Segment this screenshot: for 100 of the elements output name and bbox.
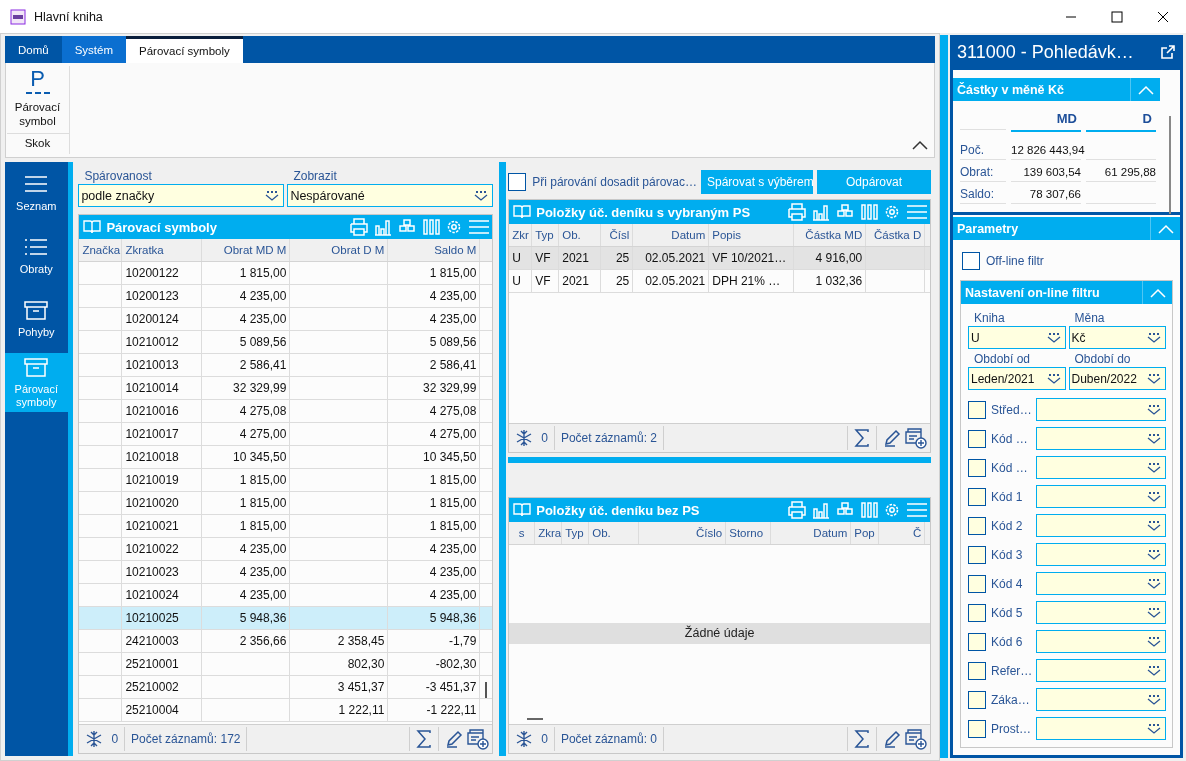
column-header[interactable]: Ob. [559, 224, 602, 246]
table-row[interactable]: 10210018 10 345,50 10 345,50 [79, 446, 493, 469]
checkbox[interactable] [962, 252, 980, 270]
column-header[interactable]: Zkra [535, 522, 563, 544]
checkbox[interactable] [968, 574, 986, 593]
checkbox[interactable] [968, 429, 986, 448]
table-row[interactable]: 24210003 2 356,66 2 358,45 -1,79 [79, 630, 493, 653]
book-icon[interactable] [513, 502, 532, 518]
columns-icon[interactable] [422, 218, 441, 236]
combo-box[interactable] [1036, 572, 1166, 595]
ribbon-button[interactable]: P Párovací symbol [6, 66, 69, 134]
columns-icon[interactable] [860, 501, 878, 519]
table-row[interactable]: U VF 2021 25 02.05.2021 VF 10/2021… 4 916,00 [509, 247, 930, 270]
chart-icon[interactable] [812, 501, 830, 519]
scrollbar-thumb[interactable] [1169, 116, 1171, 214]
pencil-icon[interactable] [445, 730, 464, 748]
table-row[interactable]: 10200122 1 815,00 1 815,00 [79, 262, 493, 285]
column-header[interactable]: Datum [633, 224, 710, 246]
splitter-bar[interactable] [67, 162, 74, 756]
menu-icon[interactable] [906, 501, 928, 519]
add-record-icon[interactable] [905, 728, 927, 750]
column-header[interactable]: s [509, 522, 536, 544]
table-row[interactable]: 10200123 4 235,00 4 235,00 [79, 285, 493, 308]
column-header[interactable]: Saldo M [388, 239, 481, 261]
column-header[interactable]: Částka MD [794, 224, 867, 246]
table-row[interactable]: 10210021 1 815,00 1 815,00 [79, 515, 493, 538]
printer-icon[interactable] [349, 218, 370, 236]
combo-box[interactable] [1036, 456, 1166, 479]
checkbox[interactable] [968, 603, 986, 622]
table-row[interactable]: 10210020 1 815,00 1 815,00 [79, 492, 493, 515]
combo-box[interactable] [1036, 601, 1166, 624]
column-header[interactable]: Obrat MD M [202, 239, 291, 261]
external-window-icon[interactable] [1160, 44, 1176, 60]
checkbox[interactable] [968, 632, 986, 651]
column-header[interactable]: Pop [851, 522, 880, 544]
snowflake-icon[interactable] [515, 429, 534, 447]
table-row[interactable]: 10210025 5 948,36 5 948,36 [79, 607, 493, 630]
table-row[interactable]: U VF 2021 25 02.05.2021 DPH 21% … 1 032,36 [509, 270, 930, 293]
table-row[interactable]: 25210001 802,30 -802,30 [79, 653, 493, 676]
combo-box[interactable]: Nespárované [287, 184, 494, 207]
column-header[interactable]: Popis [709, 224, 795, 246]
checkbox[interactable] [968, 690, 986, 709]
scrollbar-thumb[interactable] [527, 718, 544, 720]
column-header[interactable]: Zkratka [122, 239, 203, 261]
column-header[interactable]: Storno [726, 522, 772, 544]
chart-icon[interactable] [374, 218, 393, 236]
combo-box[interactable] [1036, 398, 1166, 421]
checkbox[interactable] [508, 173, 527, 191]
combo-box[interactable] [1036, 688, 1166, 711]
table-row[interactable]: 25210002 3 451,37 -3 451,37 [79, 676, 493, 699]
table-row[interactable]: 10210022 4 235,00 4 235,00 [79, 538, 493, 561]
printer-icon[interactable] [787, 203, 807, 221]
menu-icon[interactable] [906, 203, 928, 221]
combo-box[interactable] [1036, 717, 1166, 740]
ribbon-tab[interactable]: Domů [5, 36, 62, 63]
combo-box[interactable] [1036, 514, 1166, 537]
column-header[interactable]: Čísl [601, 224, 634, 246]
table-row[interactable]: 25210004 1 222,11 -1 222,11 [79, 699, 493, 722]
checkbox[interactable] [968, 458, 986, 477]
snowflake-icon[interactable] [85, 730, 104, 748]
column-header[interactable]: Typ [562, 522, 590, 544]
table-row[interactable]: 10210016 4 275,08 4 275,08 [79, 400, 493, 423]
add-record-icon[interactable] [905, 427, 927, 449]
combo-box[interactable] [1036, 659, 1166, 682]
combo-box[interactable] [1036, 630, 1166, 653]
chart-icon[interactable] [812, 203, 830, 221]
ribbon-tab[interactable]: Systém [61, 36, 127, 63]
column-header[interactable]: Číslo [639, 522, 727, 544]
combo-box[interactable]: Kč [1068, 326, 1166, 349]
checkbox[interactable] [968, 400, 986, 419]
checkbox[interactable] [968, 545, 986, 564]
book-icon[interactable] [513, 204, 532, 220]
table-row[interactable]: 10210019 1 815,00 1 815,00 [79, 469, 493, 492]
combo-box[interactable]: podle značky [78, 184, 285, 207]
sigma-icon[interactable] [854, 429, 870, 447]
column-header[interactable]: Částka D [866, 224, 926, 246]
pencil-icon[interactable] [883, 730, 901, 748]
book-icon[interactable] [83, 219, 102, 235]
collapse-icon[interactable] [912, 140, 928, 150]
sigma-icon[interactable] [416, 730, 433, 748]
table-row[interactable]: 10210012 5 089,56 5 089,56 [79, 331, 493, 354]
combo-box[interactable]: U [968, 326, 1066, 349]
columns-icon[interactable] [860, 203, 878, 221]
add-record-icon[interactable] [467, 728, 490, 750]
table-row[interactable]: 10210013 2 586,41 2 586,41 [79, 354, 493, 377]
table-row[interactable]: 10210017 4 275,00 4 275,00 [79, 423, 493, 446]
column-header[interactable]: Zkr [509, 224, 533, 246]
combo-box[interactable] [1036, 427, 1166, 450]
checkbox[interactable] [968, 516, 986, 535]
table-row[interactable]: 10210023 4 235,00 4 235,00 [79, 561, 493, 584]
combo-box[interactable]: Duben/2022 [1068, 367, 1166, 390]
settings-icon[interactable] [883, 501, 901, 519]
checkbox[interactable] [968, 661, 986, 680]
pencil-icon[interactable] [883, 429, 901, 447]
column-header[interactable]: Obrat D M [290, 239, 389, 261]
checkbox[interactable] [968, 719, 986, 738]
column-header[interactable]: Ob. [589, 522, 640, 544]
printer-icon[interactable] [787, 501, 807, 519]
checkbox[interactable] [968, 487, 986, 506]
column-header[interactable]: Typ [532, 224, 560, 246]
